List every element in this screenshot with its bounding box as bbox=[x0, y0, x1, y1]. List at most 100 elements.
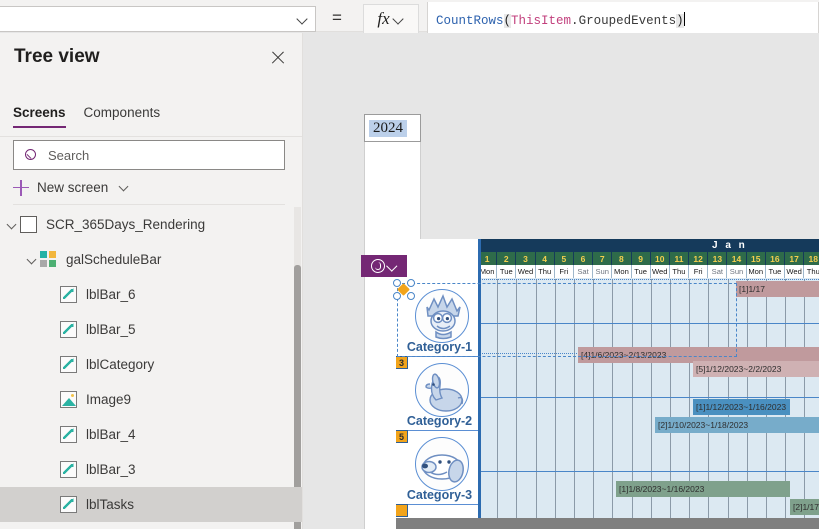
gantt-weekday-cell: Sat bbox=[708, 265, 728, 278]
gantt-category-row[interactable]: 3 Category-2 bbox=[396, 356, 483, 431]
gantt-row-divider bbox=[478, 397, 819, 398]
gantt-grid-line bbox=[804, 279, 806, 529]
year-label-card[interactable]: 2024 bbox=[364, 114, 421, 142]
tree-item-gallery[interactable]: galScheduleBar bbox=[0, 242, 302, 277]
gantt-weekday-header: Mon Tue Wed Thu Fri Sat Sun Mon Tue Wed Thu Fri Sat S… bbox=[478, 265, 819, 278]
gantt-bottom-scrollbar[interactable] bbox=[396, 518, 819, 529]
plus-icon bbox=[13, 179, 29, 196]
tree-item-label: lblCategory bbox=[86, 357, 155, 372]
tree-item-label: lblBar_5 bbox=[86, 322, 136, 337]
label-icon bbox=[60, 356, 77, 373]
gantt-weekday-cell: Fri bbox=[689, 265, 709, 278]
gantt-row-divider bbox=[478, 279, 819, 280]
schedule-gallery: Category-1 3 Category-2 5 Category-3 J a… bbox=[396, 239, 819, 529]
powerapps-studio-window: = fx CountRows(ThisItem.GroupedEvents) C… bbox=[0, 0, 819, 529]
gantt-category-row[interactable]: 5 Category-3 bbox=[396, 430, 483, 505]
tree-item-lbl-partial[interactable]: lbl bbox=[0, 522, 302, 529]
tab-components[interactable]: Components bbox=[84, 105, 161, 128]
gantt-grid-line bbox=[612, 279, 614, 529]
fx-label: fx bbox=[377, 9, 390, 28]
chevron-down-icon bbox=[393, 13, 405, 25]
gantt-weekday-cell: Thu bbox=[535, 265, 555, 278]
search-placeholder: Search bbox=[48, 147, 90, 163]
formula-token-thisitem: ThisItem bbox=[511, 14, 572, 28]
gallery-select-badge[interactable] bbox=[361, 255, 407, 277]
gantt-day-cell: 16 bbox=[765, 252, 785, 265]
gantt-weekday-cell: Tue bbox=[765, 265, 785, 278]
move-handle[interactable] bbox=[392, 278, 414, 300]
gantt-grid-line bbox=[535, 279, 537, 529]
lisa-avatar-icon bbox=[415, 289, 469, 343]
gantt-bar[interactable]: [1]1/17 bbox=[736, 281, 819, 297]
fx-button[interactable]: fx bbox=[363, 4, 419, 34]
gantt-weekday-cell: Thu bbox=[669, 265, 690, 278]
chevron-down-icon bbox=[387, 261, 398, 272]
chevron-down-icon[interactable] bbox=[6, 218, 20, 232]
gantt-day-cell: 8 bbox=[612, 252, 632, 265]
tree-item-lbltasks[interactable]: lblTasks bbox=[0, 487, 302, 522]
gantt-grid-line bbox=[497, 279, 499, 529]
gantt-day-cell: 7 bbox=[593, 252, 613, 265]
search-input[interactable]: Search bbox=[13, 140, 285, 170]
gantt-weekday-cell: Sun bbox=[593, 265, 613, 278]
gallery-select-icon bbox=[370, 259, 385, 273]
gantt-day-header: 1 2 3 4 5 6 7 8 9 10 11 12 13 14 15 16 17 18 bbox=[478, 252, 819, 265]
new-screen-label: New screen bbox=[37, 180, 109, 195]
gantt-row-divider bbox=[478, 471, 819, 472]
tab-screens[interactable]: Screens bbox=[13, 105, 66, 128]
gantt-weekday-cell: Wed bbox=[516, 265, 536, 278]
tree-item-label: SCR_365Days_Rendering bbox=[46, 217, 206, 232]
tree-item-image9[interactable]: Image9 bbox=[0, 382, 302, 417]
gantt-grid-line bbox=[554, 279, 556, 529]
tree-view-panel: Tree view Screens Components Search New … bbox=[0, 33, 303, 529]
chevron-down-icon[interactable] bbox=[26, 253, 40, 267]
tree-item-lblbar4[interactable]: lblBar_4 bbox=[0, 417, 302, 452]
gantt-day-cell: 3 bbox=[516, 252, 536, 265]
gantt-weekday-cell: Mon bbox=[746, 265, 766, 278]
gantt-category-label: Category-2 bbox=[406, 414, 473, 428]
gantt-bar[interactable]: [1]1/8/2023~1/16/2023 bbox=[616, 481, 790, 497]
tree-item-label: Image9 bbox=[86, 392, 132, 407]
tree-item-label: lblBar_3 bbox=[86, 462, 136, 477]
label-icon bbox=[60, 286, 77, 303]
screen-icon bbox=[20, 216, 37, 233]
property-selector-dropdown[interactable] bbox=[0, 6, 316, 32]
chevron-down-icon bbox=[119, 182, 130, 193]
gantt-bar[interactable]: [2]1/10/2023~1/18/2023 bbox=[655, 417, 819, 433]
tree-item-lblcategory[interactable]: lblCategory bbox=[0, 347, 302, 382]
gantt-day-cell: 17 bbox=[785, 252, 805, 265]
close-icon[interactable] bbox=[269, 49, 287, 67]
tree-view-tabs: Screens Components bbox=[0, 105, 302, 137]
gantt-bar[interactable]: [5]1/12/2023~2/2/2023 bbox=[693, 361, 819, 377]
tree-item-lblbar5[interactable]: lblBar_5 bbox=[0, 312, 302, 347]
text-caret bbox=[683, 12, 685, 26]
tree-view-title: Tree view bbox=[14, 46, 100, 67]
image-icon bbox=[60, 391, 77, 408]
year-label: 2024 bbox=[369, 119, 407, 137]
gantt-weekday-cell: Tue bbox=[497, 265, 517, 278]
gantt-weekday-cell: Wed bbox=[650, 265, 670, 278]
tree-item-label: lblTasks bbox=[86, 497, 135, 512]
gantt-category-label: Category-3 bbox=[406, 488, 473, 502]
gantt-weekday-cell: Mon bbox=[612, 265, 632, 278]
search-icon bbox=[24, 148, 39, 163]
gantt-weekday-cell: Thu bbox=[804, 265, 819, 278]
equals-sign: = bbox=[332, 8, 342, 27]
gantt-bar[interactable]: [2]1/17 bbox=[790, 499, 819, 515]
tree-item-lblbar3[interactable]: lblBar_3 bbox=[0, 452, 302, 487]
new-screen-button[interactable]: New screen bbox=[13, 171, 285, 205]
gantt-weekday-cell: Sat bbox=[573, 265, 594, 278]
tree-item-lblbar6[interactable]: lblBar_6 bbox=[0, 277, 302, 312]
gantt-bar[interactable]: [1]1/12/2023~1/16/2023 bbox=[693, 399, 790, 415]
gantt-weekday-cell: Wed bbox=[785, 265, 805, 278]
gantt-day-cell: 18 bbox=[804, 252, 819, 265]
rabbit-avatar-icon bbox=[415, 363, 469, 417]
tree-view-header: Tree view bbox=[0, 33, 302, 81]
gantt-day-cell: 12 bbox=[689, 252, 709, 265]
gantt-day-cell: 6 bbox=[573, 252, 594, 265]
tree-item-screen[interactable]: SCR_365Days_Rendering bbox=[0, 207, 302, 242]
gantt-row-divider bbox=[478, 323, 819, 324]
gantt-day-cell: 15 bbox=[746, 252, 766, 265]
gantt-grid: [1]1/17 [4]1/6/2023~2/13/2023 [5]1/12/2023… bbox=[478, 279, 819, 529]
tree-item-label: lblBar_6 bbox=[86, 287, 136, 302]
